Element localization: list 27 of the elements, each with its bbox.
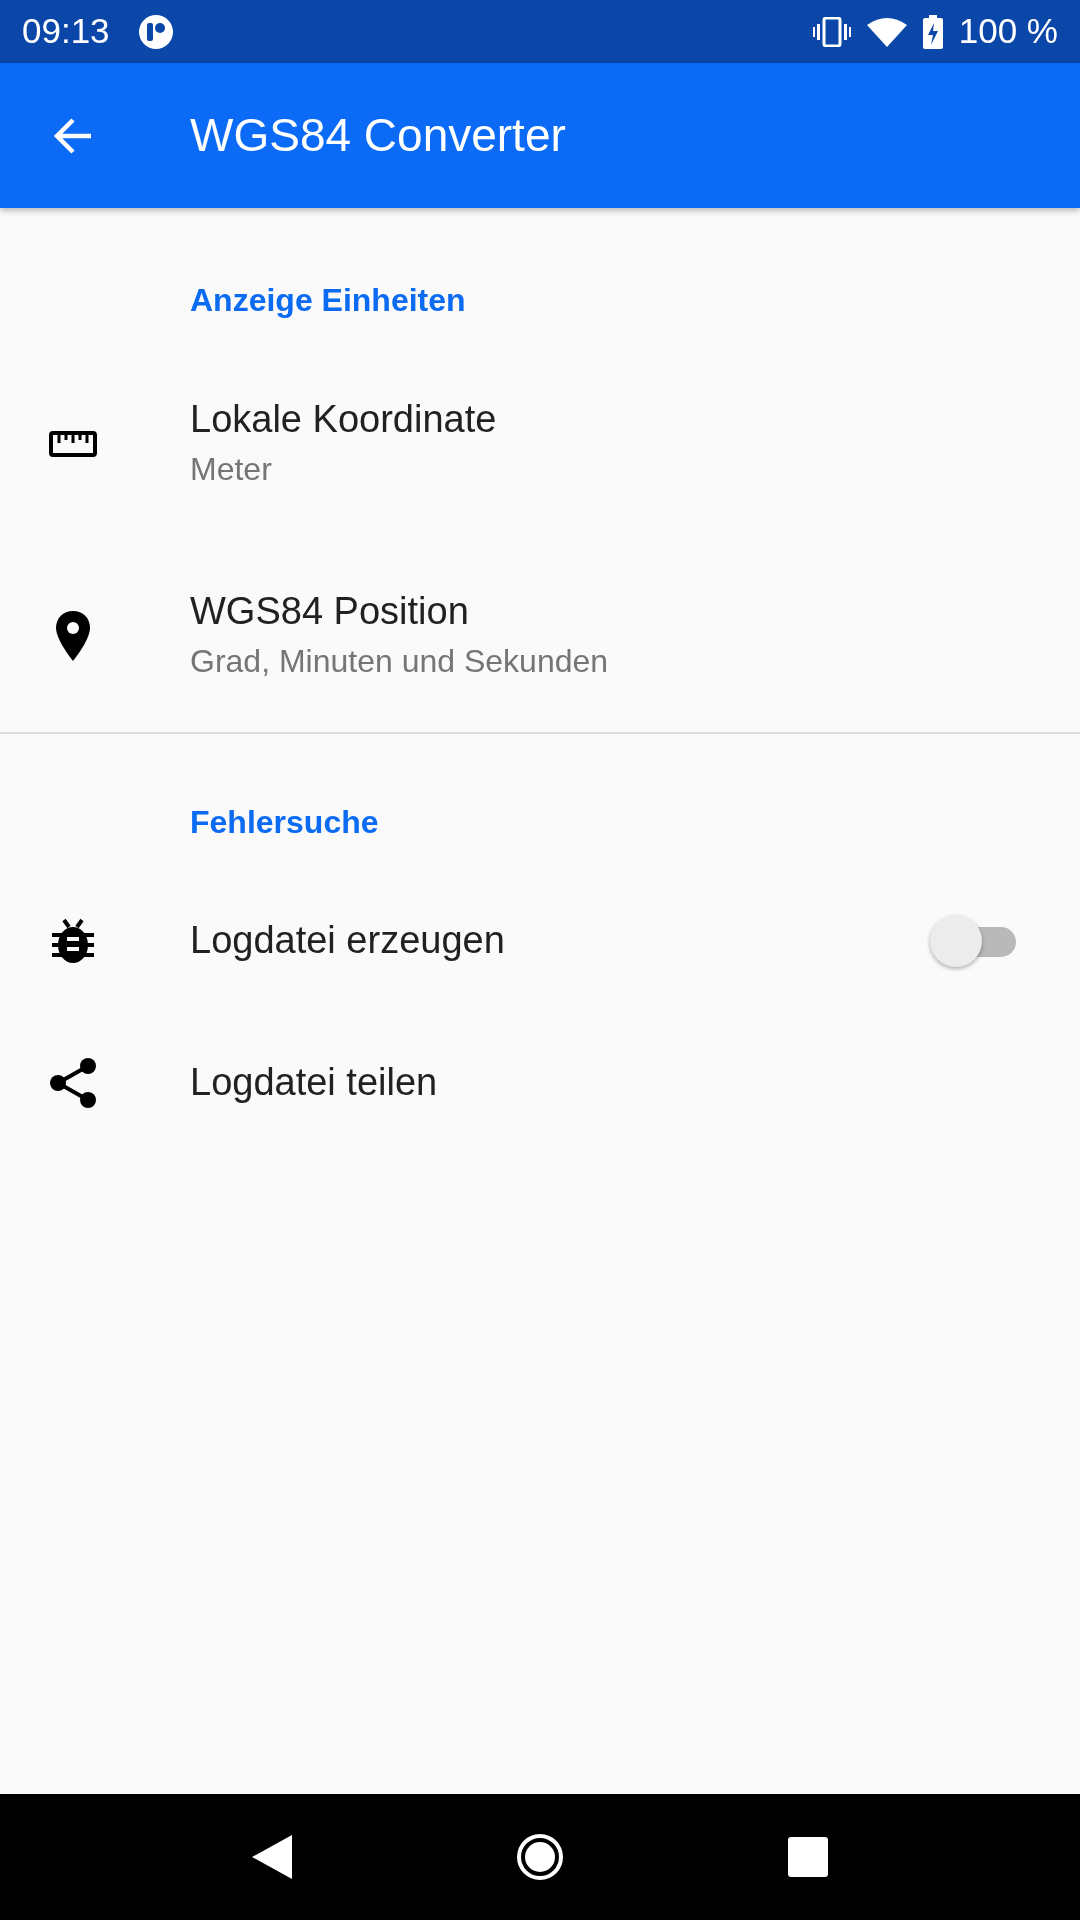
recents-button[interactable] — [788, 1837, 828, 1877]
setting-title[interactable]: Lokale Koordinate — [190, 397, 497, 443]
back-arrow-icon — [53, 115, 93, 156]
back-triangle-icon — [252, 1835, 292, 1879]
battery-icon — [922, 14, 943, 49]
setting-summary: Grad, Minuten und Sekunden — [190, 642, 609, 681]
toggle-switch[interactable] — [930, 913, 1016, 969]
clock: 09:13 — [22, 10, 110, 53]
ruler-icon — [49, 431, 97, 457]
wifi-icon — [866, 16, 907, 47]
app-bar-title: WGS84 Converter — [190, 108, 566, 163]
bug-icon — [52, 918, 94, 964]
setting-title[interactable]: WGS84 Position — [190, 589, 609, 635]
back-button[interactable] — [252, 1835, 292, 1879]
share-icon — [49, 1057, 97, 1109]
battery-percentage: 100 % — [958, 10, 1058, 53]
location-pin-icon — [56, 611, 90, 661]
square-icon — [788, 1837, 828, 1877]
app-notification-icon — [137, 13, 174, 50]
home-circle-icon — [516, 1833, 564, 1881]
section-header: Fehlersuche — [190, 803, 380, 842]
setting-summary: Meter — [190, 450, 273, 489]
section-header: Anzeige Einheiten — [190, 281, 467, 320]
setting-title[interactable]: Logdatei erzeugen — [190, 918, 505, 964]
setting-title[interactable]: Logdatei teilen — [190, 1060, 438, 1106]
home-button[interactable] — [516, 1833, 564, 1881]
vibrate-icon — [812, 16, 851, 47]
